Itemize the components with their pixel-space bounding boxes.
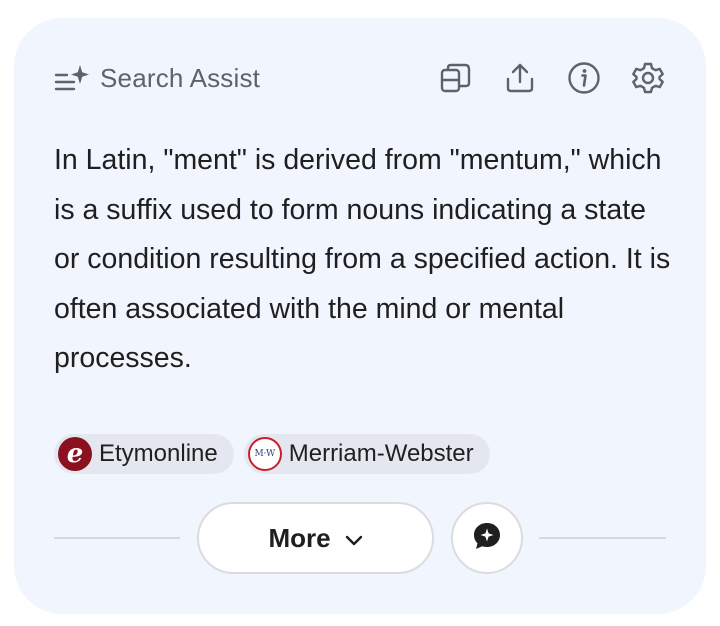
merriam-webster-logo: M·W xyxy=(247,437,282,471)
chevron-down-icon xyxy=(345,523,363,554)
gear-icon xyxy=(631,61,665,95)
info-button[interactable] xyxy=(566,60,602,96)
search-assist-card: Search Assist In Latin, "ment" is derive… xyxy=(14,18,706,614)
toolbar xyxy=(438,60,666,96)
answer-text: In Latin, "ment" is derived from "mentum… xyxy=(54,144,671,374)
card-footer: More xyxy=(54,502,666,574)
divider-left xyxy=(54,537,180,539)
copy-button[interactable] xyxy=(438,60,474,96)
info-icon xyxy=(567,61,601,95)
source-chip-merriam-webster[interactable]: M·W Merriam-Webster xyxy=(243,434,490,474)
sparkle-chat-icon xyxy=(471,520,503,557)
divider-right xyxy=(539,537,666,539)
etymonline-logo: e xyxy=(58,437,92,471)
source-label: Merriam-Webster xyxy=(288,440,474,467)
copy-icon xyxy=(439,61,473,95)
brand: Search Assist xyxy=(54,63,260,94)
brand-title: Search Assist xyxy=(100,62,261,93)
source-label: Etymonline xyxy=(99,440,218,467)
share-icon xyxy=(504,62,536,94)
more-label: More xyxy=(268,522,331,553)
chat-button[interactable] xyxy=(451,502,523,574)
sparkle-list-icon xyxy=(54,64,90,92)
source-list: e Etymonline M·W Merriam-Webster xyxy=(54,434,490,474)
card-header: Search Assist xyxy=(54,58,666,98)
more-button[interactable]: More xyxy=(197,502,434,574)
source-chip-etymonline[interactable]: e Etymonline xyxy=(54,434,234,474)
share-button[interactable] xyxy=(502,60,538,96)
settings-button[interactable] xyxy=(630,60,666,96)
